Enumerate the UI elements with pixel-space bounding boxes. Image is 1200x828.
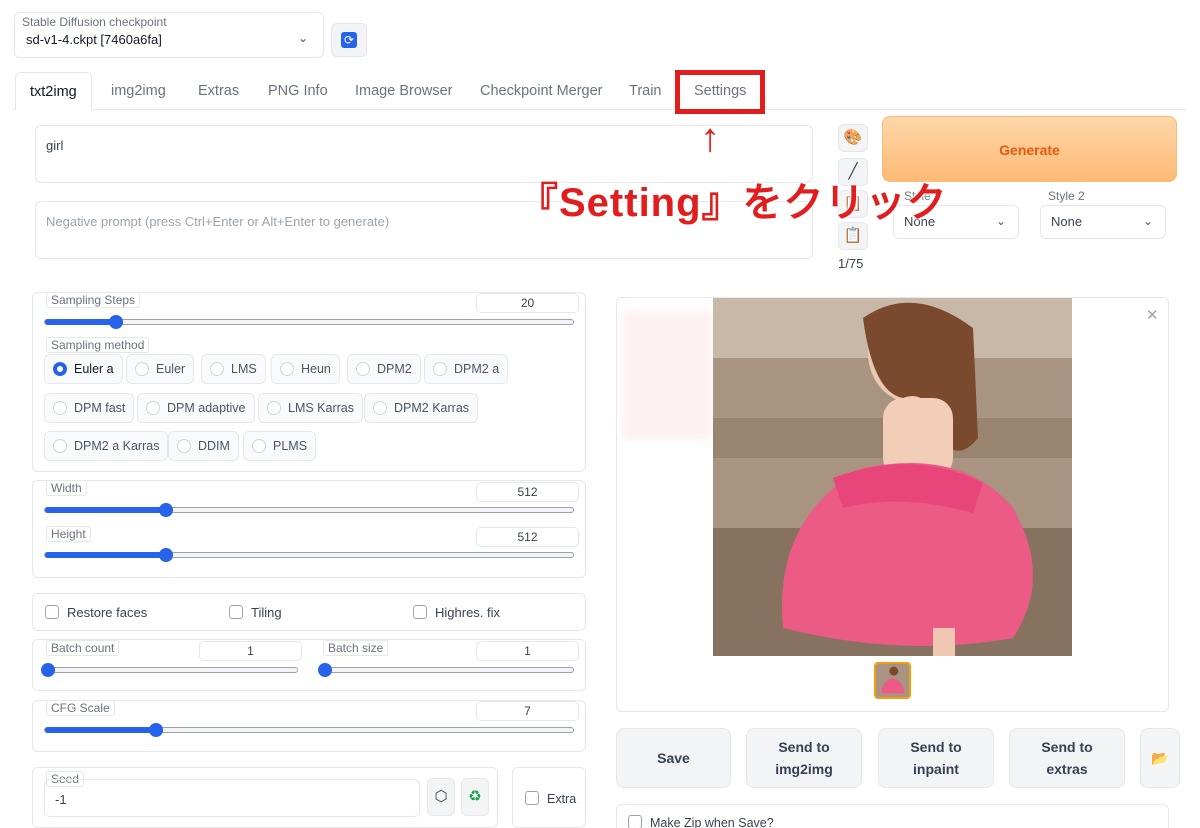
batch-size-label: Batch size [323,640,389,656]
generated-image[interactable] [713,298,1072,656]
slider-fill [45,507,167,513]
slider-thumb[interactable] [317,663,332,677]
height-label: Height [46,526,91,542]
batch-size-input[interactable]: 1 [476,641,579,661]
dice-icon[interactable]: ⬡ [427,778,455,816]
tab-checkpoint-merger[interactable]: Checkpoint Merger [466,72,617,110]
radio-ddim[interactable]: DDIM [168,431,239,461]
sampling-steps-slider[interactable] [44,315,574,329]
send-to-extras-button[interactable]: Send to extras [1009,728,1125,788]
send-to-inpaint-button[interactable]: Send to inpaint [878,728,994,788]
tab-extras[interactable]: Extras [184,72,253,110]
radio-dpm-adaptive[interactable]: DPM adaptive [137,393,255,423]
make-zip-checkbox[interactable]: Make Zip when Save? [628,815,774,828]
radio-dpm-fast[interactable]: DPM fast [44,393,135,423]
seed-input[interactable]: -1 [44,779,420,817]
tab-png-info[interactable]: PNG Info [254,72,342,110]
style2-value: None [1051,214,1083,229]
cfg-scale-slider[interactable] [44,723,574,737]
slider-fill [45,552,167,558]
radio-lms-karras[interactable]: LMS Karras [258,393,363,423]
radio-euler[interactable]: Euler [126,354,195,384]
radio-dpm2-a[interactable]: DPM2 a [424,354,509,384]
radio-dpm2-a-karras[interactable]: DPM2 a Karras [44,431,169,461]
save-button[interactable]: Save [616,728,731,788]
close-icon[interactable]: ✕ [1146,306,1159,324]
tab-txt2img[interactable]: txt2img [15,72,92,110]
checkpoint-label: Stable Diffusion checkpoint [22,15,167,29]
tab-train[interactable]: Train [615,72,676,110]
radio-euler-a[interactable]: Euler a [44,354,123,384]
style2-label: Style 2 [1048,189,1085,203]
slider-fill [45,319,117,325]
gallery-ghost-preview [622,310,712,440]
annotation-text: 『Setting』をクリック [518,181,948,225]
tab-img2img[interactable]: img2img [97,72,180,110]
radio-heun[interactable]: Heun [271,354,340,384]
radio-lms[interactable]: LMS [201,354,266,384]
checkpoint-select[interactable]: sd-v1-4.ckpt [7460a6fa] [16,28,322,54]
restore-faces-checkbox[interactable]: Restore faces [45,605,147,620]
refresh-icon: ⟳ [341,32,357,48]
radio-dpm2-karras[interactable]: DPM2 Karras [364,393,479,423]
radio-dpm2[interactable]: DPM2 [347,354,421,384]
slider-fill [45,727,156,733]
send-to-img2img-button[interactable]: Send to img2img [746,728,862,788]
batch-count-label: Batch count [46,640,120,656]
cfg-scale-label: CFG Scale [46,700,115,716]
folder-icon[interactable]: 📂 [1140,728,1180,788]
annotation-arrow: ↑ [700,116,720,160]
batch-size-slider[interactable] [317,663,574,677]
slider-thumb[interactable] [40,663,55,677]
height-input[interactable]: 512 [476,527,579,547]
tab-image-browser[interactable]: Image Browser [341,72,467,110]
cfg-scale-input[interactable]: 7 [476,701,579,721]
sampling-steps-input[interactable]: 20 [476,293,579,313]
sampling-steps-label: Sampling Steps [46,292,141,308]
gallery-thumbnail[interactable] [874,662,911,699]
chevron-down-icon: ⌄ [1142,214,1153,228]
highres-fix-checkbox[interactable]: Highres. fix [413,605,500,620]
token-counter: 1/75 [838,256,864,271]
width-label: Width [46,480,87,496]
sampling-method-label: Sampling method [46,337,150,353]
slider-thumb[interactable] [148,723,163,737]
settings-highlight-box [675,70,765,114]
batch-count-slider[interactable] [40,663,298,677]
extra-checkbox[interactable]: Extra [525,791,576,806]
chevron-down-icon: ⌄ [995,214,1006,228]
height-slider[interactable] [44,548,574,562]
width-slider[interactable] [44,503,574,517]
style2-select[interactable]: None ⌄ [1040,205,1166,239]
batch-count-input[interactable]: 1 [199,641,302,661]
radio-plms[interactable]: PLMS [243,431,317,461]
recycle-icon[interactable]: ♻ [461,778,489,816]
chevron-down-icon: ⌄ [298,31,309,45]
width-input[interactable]: 512 [476,482,579,502]
tiling-checkbox[interactable]: Tiling [229,605,282,620]
palette-icon[interactable]: 🎨 [838,124,868,152]
refresh-checkpoint-button[interactable]: ⟳ [331,23,367,57]
